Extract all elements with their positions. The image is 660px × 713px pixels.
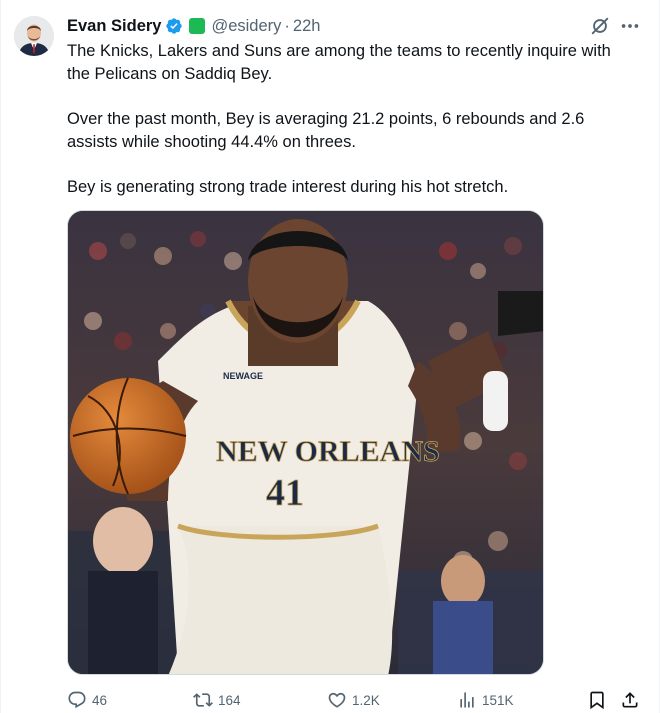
tweet-actions: 46 164 1.2K 151K — [67, 688, 647, 712]
tweet-card[interactable]: Evan Sidery @esidery · 22h The Knicks, L… — [0, 0, 660, 713]
bookmark-button[interactable] — [587, 688, 607, 712]
reply-icon — [68, 691, 86, 709]
tweet-paragraph: Over the past month, Bey is averaging 21… — [67, 110, 585, 151]
retweet-icon — [193, 693, 213, 707]
views-button[interactable]: 151K — [457, 688, 514, 712]
jersey-patch-text: NEWAGE — [223, 371, 263, 381]
tweet-paragraph: The Knicks, Lakers and Suns are among th… — [67, 42, 611, 83]
tweet-photo[interactable]: NEWAGE NEW ORLEANS 41 — [67, 210, 544, 675]
author-name[interactable]: Evan Sidery — [67, 14, 161, 38]
separator-dot: · — [284, 17, 290, 35]
share-button[interactable] — [620, 688, 640, 712]
reply-button[interactable]: 46 — [67, 688, 107, 712]
reply-count: 46 — [92, 692, 108, 708]
views-chart-icon — [460, 692, 474, 708]
like-count: 1.2K — [352, 692, 380, 708]
retweet-count: 164 — [218, 692, 241, 708]
tweet-text: The Knicks, Lakers and Suns are among th… — [67, 40, 637, 199]
view-count: 151K — [482, 692, 514, 708]
share-icon — [622, 692, 638, 708]
tweet-paragraph: Bey is generating strong trade interest … — [67, 178, 509, 196]
retweet-button[interactable]: 164 — [193, 688, 241, 712]
author-handle[interactable]: @esidery — [211, 14, 281, 38]
jersey-number-text: 41 — [266, 472, 304, 514]
affiliate-badge-icon[interactable] — [189, 18, 206, 34]
grok-icon[interactable] — [589, 15, 611, 37]
jersey-city-text: NEW ORLEANS — [216, 435, 440, 468]
tweet-timestamp[interactable]: 22h — [293, 14, 321, 38]
more-horizontal-icon[interactable] — [619, 15, 641, 37]
heart-icon — [328, 692, 346, 708]
like-button[interactable]: 1.2K — [327, 688, 380, 712]
tweet-header: Evan Sidery @esidery · 22h — [67, 14, 320, 38]
verified-badge-icon[interactable] — [165, 17, 183, 35]
bookmark-icon — [590, 691, 604, 710]
avatar[interactable] — [14, 16, 54, 56]
